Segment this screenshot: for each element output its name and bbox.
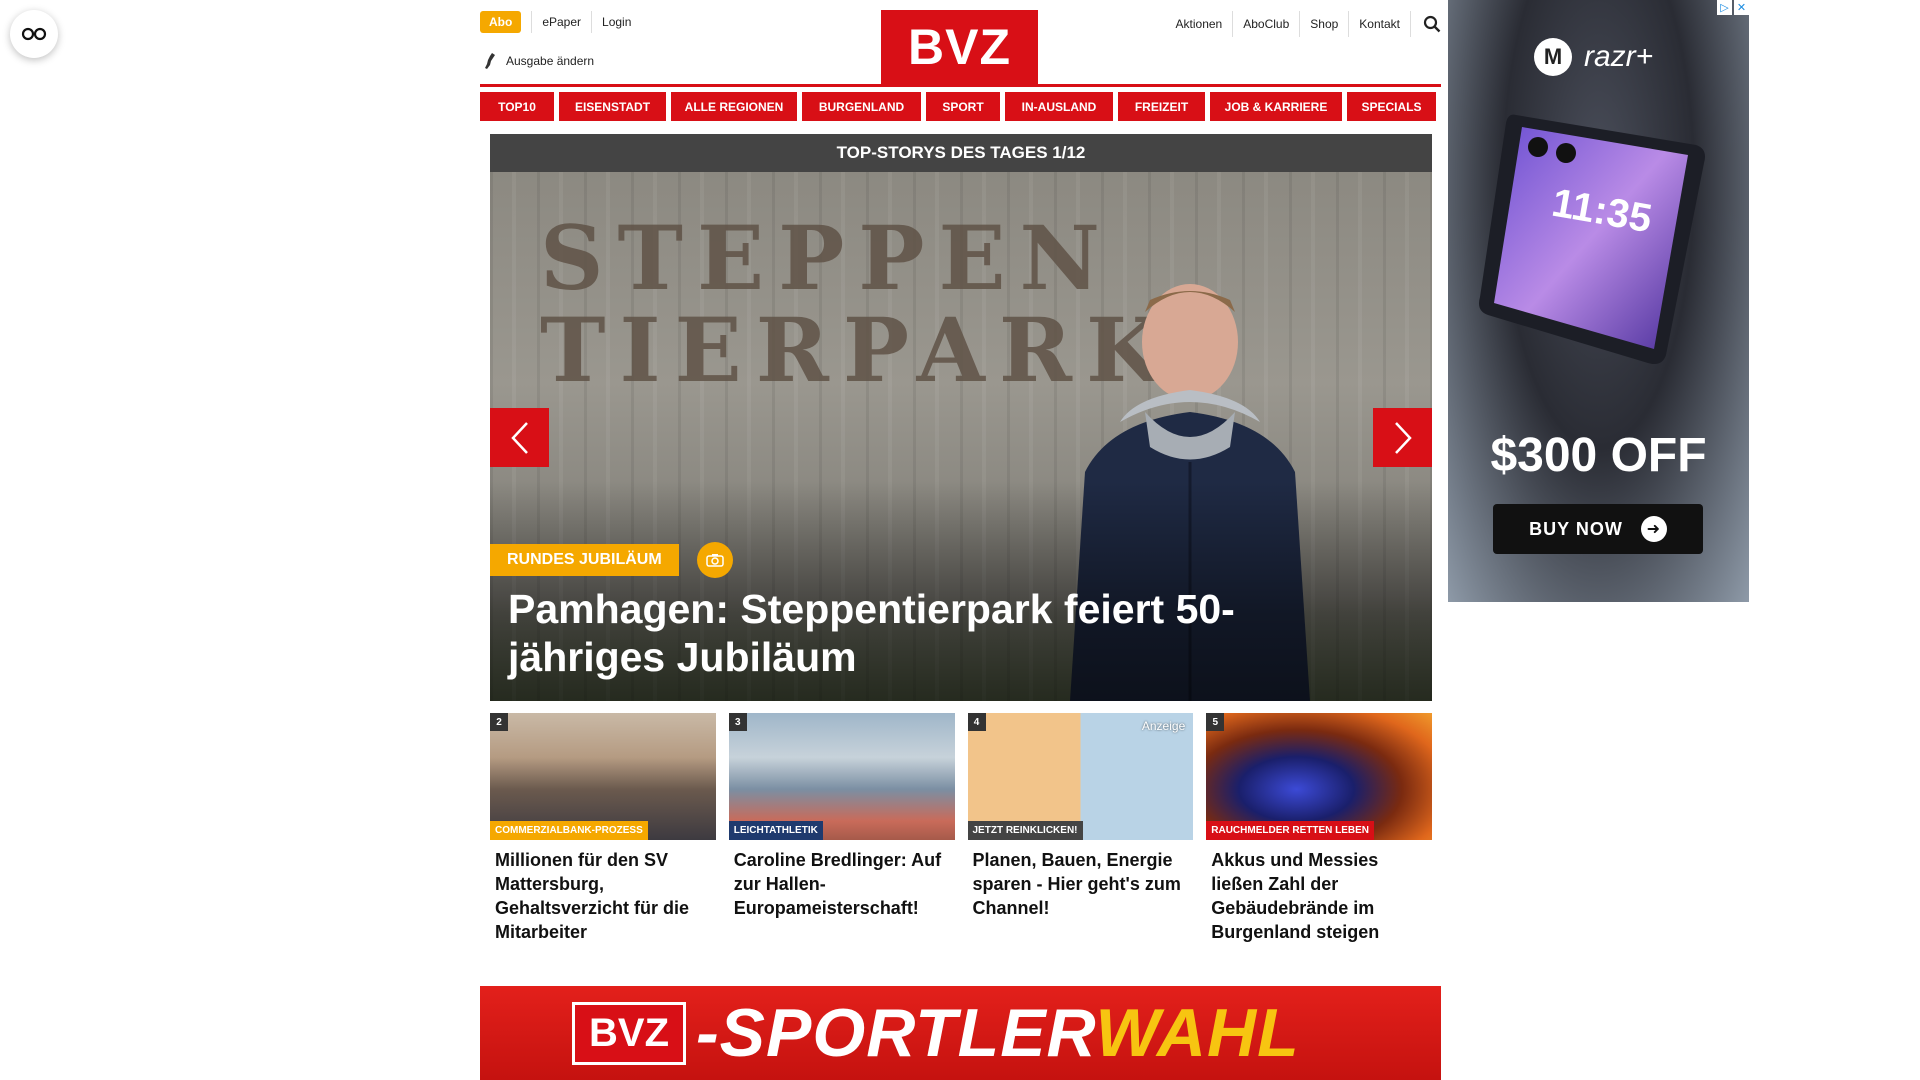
slider-next-button[interactable]	[1373, 408, 1432, 467]
site-header: Abo ePaper Login Ausgabe ändern BVZ Akti…	[480, 0, 1441, 84]
reader-mode-button[interactable]	[10, 10, 58, 58]
shop-link[interactable]: Shop	[1299, 11, 1348, 37]
banner-text-white: -SPORTLER	[696, 995, 1096, 1071]
hero-image[interactable]: STEPPEN TIERPARK RUNDES JUBILÄUM Pamhage…	[490, 172, 1432, 701]
abo-button[interactable]: Abo	[480, 11, 522, 33]
search-icon	[1423, 15, 1441, 33]
teaser-image[interactable]: 5 RAUCHMELDER RETTEN LEBEN	[1206, 713, 1432, 840]
chevron-left-icon	[510, 421, 528, 454]
nav-job-karriere[interactable]: JOB & KARRIERE	[1210, 92, 1342, 121]
nav-in-ausland[interactable]: IN-AUSLAND	[1005, 92, 1113, 121]
search-button[interactable]	[1410, 11, 1441, 37]
fence-lettering: STEPPEN TIERPARK	[540, 206, 1177, 402]
teaser-kicker: LEICHTATHLETIK	[728, 821, 823, 840]
motorola-logo-icon: M	[1534, 38, 1572, 76]
hero-kicker: RUNDES JUBILÄUM	[490, 544, 679, 576]
nav-top10[interactable]: TOP10	[480, 92, 554, 121]
close-icon[interactable]: ✕	[1734, 0, 1749, 15]
phone-image: 11:35	[1479, 114, 1705, 365]
aktionen-link[interactable]: Aktionen	[1166, 11, 1233, 37]
banner-logo: BVZ	[572, 1001, 686, 1065]
header-divider	[480, 84, 1441, 87]
teaser-row: 2 COMMERZIALBANK-PROZESS Millionen für d…	[490, 713, 1432, 944]
sportlerwahl-banner[interactable]: BVZ -SPORTLERWAHL	[480, 986, 1441, 1080]
slider-prev-button[interactable]	[490, 408, 549, 467]
nav-burgenland[interactable]: BURGENLAND	[802, 92, 921, 121]
bvz-logo[interactable]: BVZ	[881, 10, 1038, 84]
teaser-number: 2	[490, 713, 508, 731]
hero-headline[interactable]: Pamhagen: Steppentierpark feiert 50-jähr…	[508, 585, 1388, 681]
teaser-kicker: COMMERZIALBANK-PROZESS	[490, 821, 648, 840]
buy-now-button[interactable]: BUY NOW ➜	[1493, 504, 1703, 554]
utility-links: Abo ePaper Login	[480, 11, 641, 33]
edition-switch[interactable]: Ausgabe ändern	[484, 52, 594, 70]
teaser-card[interactable]: 3 LEICHTATHLETIK Caroline Bredlinger: Au…	[728, 713, 955, 944]
burgenland-map-icon	[485, 53, 495, 69]
glasses-icon	[21, 27, 47, 41]
top-links: Aktionen AboClub Shop Kontakt	[1166, 11, 1441, 37]
ad-brand-name: razr+	[1584, 40, 1654, 73]
nav-sport[interactable]: SPORT	[926, 92, 1000, 121]
buy-now-label: BUY NOW	[1529, 518, 1623, 539]
ad-label: Anzeige	[1141, 719, 1186, 733]
slider-header: TOP-STORYS DES TAGES 1/12	[490, 134, 1432, 172]
chevron-right-icon	[1394, 421, 1412, 454]
teaser-title[interactable]: Planen, Bauen, Energie sparen - Hier geh…	[968, 840, 1194, 920]
teaser-kicker: JETZT REINKLICKEN!	[967, 821, 1083, 840]
teaser-title[interactable]: Akkus und Messies ließen Zahl der Gebäud…	[1206, 840, 1432, 944]
arrow-right-icon: ➜	[1640, 516, 1667, 542]
ad-brand: M razr+	[1534, 38, 1653, 76]
page-content: Abo ePaper Login Ausgabe ändern BVZ Akti…	[480, 0, 1441, 1080]
ad-controls: ▷ ✕	[1717, 0, 1749, 15]
teaser-image[interactable]: 2 COMMERZIALBANK-PROZESS	[490, 713, 716, 840]
epaper-link[interactable]: ePaper	[531, 11, 591, 33]
teaser-number: 3	[728, 713, 747, 731]
nav-eisenstadt[interactable]: EISENSTADT	[559, 92, 666, 121]
teaser-card[interactable]: 5 RAUCHMELDER RETTEN LEBEN Akkus und Mes…	[1206, 713, 1432, 944]
camera-icon	[696, 542, 733, 578]
teaser-number: 5	[1206, 713, 1225, 731]
edition-label: Ausgabe ändern	[506, 54, 595, 68]
nav-freizeit[interactable]: FREIZEIT	[1118, 92, 1205, 121]
teaser-number: 4	[967, 713, 986, 731]
banner-text-yellow: WAHL	[1095, 995, 1300, 1071]
top-story-slider: TOP-STORYS DES TAGES 1/12 STEPPEN TIERPA…	[490, 134, 1432, 701]
aboclub-link[interactable]: AboClub	[1232, 11, 1299, 37]
teaser-image[interactable]: 3 LEICHTATHLETIK	[728, 713, 955, 840]
nav-alle-regionen[interactable]: ALLE REGIONEN	[671, 92, 797, 121]
teaser-image[interactable]: 4 Anzeige JETZT REINKLICKEN!	[967, 713, 1194, 840]
kontakt-link[interactable]: Kontakt	[1348, 11, 1410, 37]
nav-specials[interactable]: SPECIALS	[1347, 92, 1436, 121]
teaser-card[interactable]: 2 COMMERZIALBANK-PROZESS Millionen für d…	[490, 713, 716, 944]
main-nav: TOP10 EISENSTADT ALLE REGIONEN BURGENLAN…	[480, 92, 1441, 121]
login-link[interactable]: Login	[591, 11, 641, 33]
teaser-title[interactable]: Millionen für den SV Mattersburg, Gehalt…	[490, 840, 716, 944]
teaser-kicker: RAUCHMELDER RETTEN LEBEN	[1206, 821, 1375, 840]
teaser-card[interactable]: 4 Anzeige JETZT REINKLICKEN! Planen, Bau…	[967, 713, 1194, 944]
sidebar-ad[interactable]: ▷ ✕ M razr+ 11:35 $300 OFF BUY NOW ➜	[1448, 0, 1749, 602]
ad-offer: $300 OFF	[1490, 429, 1707, 482]
hero-kicker-row: RUNDES JUBILÄUM	[490, 542, 733, 578]
teaser-title[interactable]: Caroline Bredlinger: Auf zur Hallen-Euro…	[729, 840, 955, 920]
banner-headline: -SPORTLERWAHL	[696, 994, 1300, 1072]
adchoices-icon[interactable]: ▷	[1717, 0, 1732, 15]
